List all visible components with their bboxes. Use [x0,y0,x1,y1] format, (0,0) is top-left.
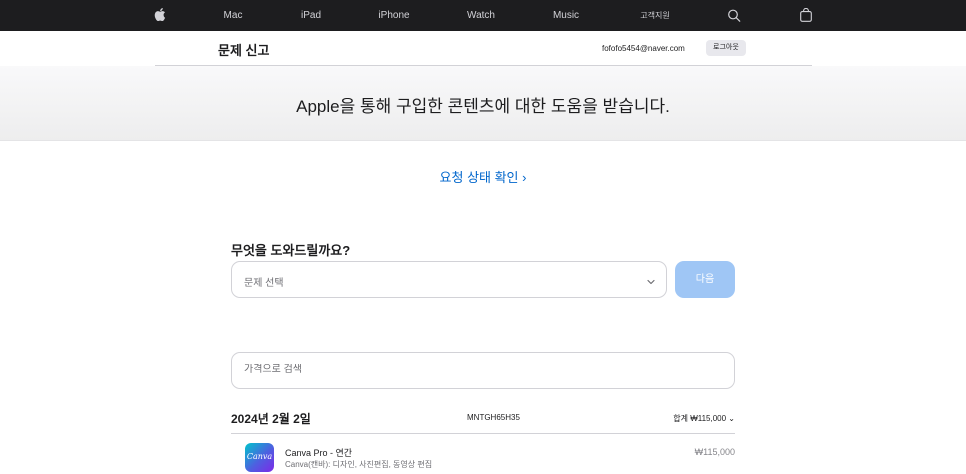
shopping-bag-icon[interactable] [800,7,812,27]
order-id: MNTGH65H35 [467,413,520,422]
price-search-input[interactable] [244,364,714,375]
request-status-link[interactable]: 요청 상태 확인 › [440,170,527,185]
search-icon[interactable] [728,9,741,27]
apple-logo-icon[interactable] [154,8,166,26]
account-email: fofofo5454@naver.com [602,44,685,53]
hero-banner: Apple을 통해 구입한 콘텐츠에 대한 도움을 받습니다. [0,66,966,141]
price-search-box[interactable] [231,352,735,389]
chevron-down-icon [646,274,656,292]
order-header: 2024년 2월 2일 MNTGH65H35 합계 ₩115,000 ⌄ [231,405,735,434]
issue-select-value: 문제 선택 [244,278,284,289]
product-name: Canva Pro - 연간 [285,448,353,458]
logout-button[interactable]: 로그아웃 [706,40,746,56]
nav-item-music[interactable]: Music [553,0,579,31]
order-total-toggle[interactable]: 합계 ₩115,000 ⌄ [673,413,735,424]
order-date: 2024년 2월 2일 [231,412,311,426]
product-price: ₩115,000 [694,447,735,457]
canva-logo-text: Canva [246,452,273,461]
nav-item-support[interactable]: 고객지원 [640,0,669,31]
local-nav: 문제 신고 fofofo5454@naver.com 로그아웃 [155,31,812,66]
global-nav: Mac iPad iPhone Watch Music 고객지원 [0,0,966,31]
nav-item-mac[interactable]: Mac [224,0,243,31]
help-question: 무엇을 도와드릴까요? [231,243,351,258]
next-button[interactable]: 다음 [675,261,735,298]
canva-app-icon: Canva [245,443,274,472]
nav-item-iphone[interactable]: iPhone [378,0,409,31]
hero-heading: Apple을 통해 구입한 콘텐츠에 대한 도움을 받습니다. [296,97,670,116]
issue-select[interactable]: 문제 선택 [231,261,667,298]
product-subtitle: Canva(캔바): 디자인, 사진편집, 동영상 편집 [285,460,433,469]
nav-item-watch[interactable]: Watch [467,0,495,31]
page-title: 문제 신고 [218,43,270,58]
list-item[interactable]: Canva Canva Pro - 연간 Canva(캔바): 디자인, 사진편… [245,443,735,474]
nav-item-ipad[interactable]: iPad [301,0,321,31]
request-status-container: 요청 상태 확인 › [0,167,966,186]
